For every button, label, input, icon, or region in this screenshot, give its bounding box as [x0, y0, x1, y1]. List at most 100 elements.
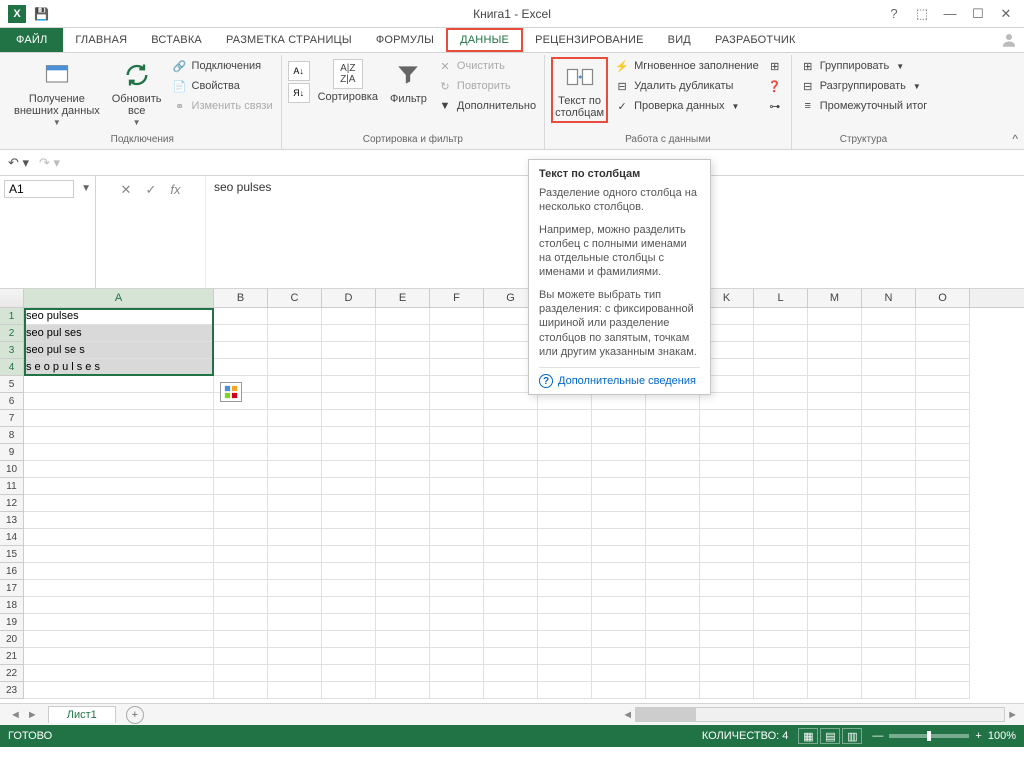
- account-icon[interactable]: [994, 28, 1024, 52]
- cell[interactable]: [700, 682, 754, 699]
- ribbon-display-icon[interactable]: ⬚: [910, 4, 934, 24]
- cell[interactable]: [538, 495, 592, 512]
- cell[interactable]: [754, 359, 808, 376]
- tab-review[interactable]: РЕЦЕНЗИРОВАНИЕ: [523, 28, 656, 52]
- cell[interactable]: [268, 376, 322, 393]
- cell[interactable]: [862, 648, 916, 665]
- tab-file[interactable]: ФАЙЛ: [0, 28, 63, 52]
- cell[interactable]: [322, 614, 376, 631]
- cell[interactable]: [322, 512, 376, 529]
- cell[interactable]: [916, 597, 970, 614]
- cell[interactable]: [808, 393, 862, 410]
- cell[interactable]: [430, 342, 484, 359]
- cell[interactable]: seo pulses: [24, 308, 214, 325]
- cell[interactable]: [538, 682, 592, 699]
- cell[interactable]: [268, 665, 322, 682]
- cell[interactable]: [214, 478, 268, 495]
- cell[interactable]: [430, 682, 484, 699]
- cell[interactable]: [538, 580, 592, 597]
- cell[interactable]: [862, 342, 916, 359]
- cell[interactable]: [430, 597, 484, 614]
- cell[interactable]: [214, 563, 268, 580]
- cell[interactable]: [646, 648, 700, 665]
- cell[interactable]: [322, 393, 376, 410]
- cell[interactable]: [268, 359, 322, 376]
- cell[interactable]: [754, 393, 808, 410]
- cell[interactable]: [214, 529, 268, 546]
- sort-button[interactable]: A|ZZ|A Сортировка: [314, 57, 382, 105]
- cell[interactable]: [700, 427, 754, 444]
- cell[interactable]: [214, 410, 268, 427]
- get-external-data-button[interactable]: Получение внешних данных ▼: [10, 57, 104, 130]
- cell[interactable]: [322, 665, 376, 682]
- cell[interactable]: [862, 325, 916, 342]
- cell[interactable]: [24, 563, 214, 580]
- cell[interactable]: [700, 410, 754, 427]
- cell[interactable]: [484, 495, 538, 512]
- data-validation-button[interactable]: ✓Проверка данных▼: [612, 97, 761, 115]
- cell[interactable]: [754, 563, 808, 580]
- cell[interactable]: [376, 308, 430, 325]
- cell[interactable]: [538, 393, 592, 410]
- cell[interactable]: [214, 546, 268, 563]
- cell[interactable]: [376, 444, 430, 461]
- ungroup-button[interactable]: ⊟Разгруппировать▼: [798, 77, 930, 95]
- cell[interactable]: [754, 325, 808, 342]
- cell[interactable]: [376, 325, 430, 342]
- cell[interactable]: [538, 427, 592, 444]
- cell[interactable]: [700, 580, 754, 597]
- cell[interactable]: [376, 631, 430, 648]
- advanced-filter-button[interactable]: ▼Дополнительно: [435, 97, 538, 115]
- row-header[interactable]: 13: [0, 512, 24, 529]
- cell[interactable]: [700, 461, 754, 478]
- cell[interactable]: [916, 393, 970, 410]
- cell[interactable]: [430, 648, 484, 665]
- cell[interactable]: [808, 682, 862, 699]
- cell[interactable]: [808, 597, 862, 614]
- cell[interactable]: [862, 631, 916, 648]
- cell[interactable]: [754, 376, 808, 393]
- cell[interactable]: [538, 563, 592, 580]
- add-sheet-button[interactable]: +: [126, 706, 144, 724]
- cell[interactable]: [916, 495, 970, 512]
- cell[interactable]: [538, 597, 592, 614]
- cell[interactable]: [592, 614, 646, 631]
- cell[interactable]: [268, 427, 322, 444]
- zoom-out-button[interactable]: —: [872, 730, 883, 742]
- tab-insert[interactable]: ВСТАВКА: [139, 28, 214, 52]
- cell[interactable]: [484, 478, 538, 495]
- cell[interactable]: [268, 478, 322, 495]
- cell[interactable]: [322, 631, 376, 648]
- cell[interactable]: [24, 461, 214, 478]
- cell[interactable]: [376, 512, 430, 529]
- tab-page-layout[interactable]: РАЗМЕТКА СТРАНИЦЫ: [214, 28, 364, 52]
- cell[interactable]: [24, 682, 214, 699]
- cell[interactable]: [646, 682, 700, 699]
- row-header[interactable]: 9: [0, 444, 24, 461]
- cell[interactable]: [862, 495, 916, 512]
- cell[interactable]: [808, 325, 862, 342]
- row-header[interactable]: 8: [0, 427, 24, 444]
- cell[interactable]: [430, 376, 484, 393]
- cell[interactable]: [430, 308, 484, 325]
- cell[interactable]: [538, 546, 592, 563]
- view-page-layout-button[interactable]: ▤: [820, 728, 840, 744]
- cell[interactable]: [430, 444, 484, 461]
- cell[interactable]: [862, 512, 916, 529]
- cell[interactable]: [808, 563, 862, 580]
- cell[interactable]: [700, 512, 754, 529]
- cell[interactable]: [484, 580, 538, 597]
- text-to-columns-button[interactable]: Текст по столбцам: [551, 57, 608, 123]
- cell[interactable]: [916, 529, 970, 546]
- cell[interactable]: [754, 529, 808, 546]
- column-header[interactable]: E: [376, 289, 430, 307]
- cell[interactable]: [268, 410, 322, 427]
- name-box[interactable]: ▼: [0, 176, 96, 288]
- cell[interactable]: [754, 580, 808, 597]
- cell[interactable]: [538, 444, 592, 461]
- tab-home[interactable]: ГЛАВНАЯ: [63, 28, 139, 52]
- sheet-nav-next[interactable]: ►: [27, 709, 38, 721]
- whatif-button[interactable]: ❓: [765, 77, 785, 95]
- cell[interactable]: [916, 376, 970, 393]
- cell[interactable]: [268, 563, 322, 580]
